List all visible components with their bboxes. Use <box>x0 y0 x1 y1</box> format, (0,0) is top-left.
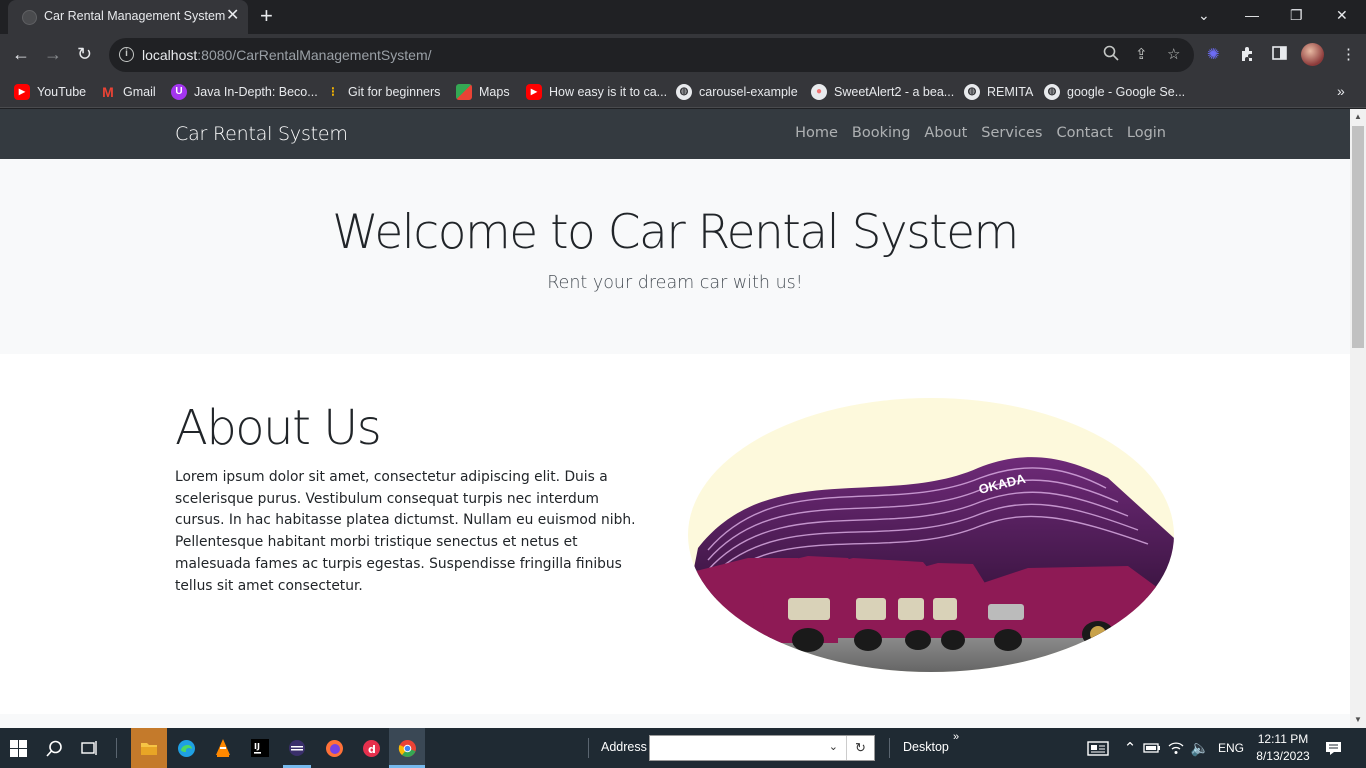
scroll-down-icon[interactable]: ▼ <box>1354 715 1362 724</box>
bookmark-java[interactable]: U Java In-Depth: Beco... <box>171 83 318 101</box>
close-icon[interactable]: ✕ <box>226 7 239 25</box>
desktop-toolbar-label[interactable]: Desktop <box>903 740 949 754</box>
chevron-down-icon[interactable]: ⌄ <box>829 740 838 753</box>
site-navbar: Car Rental System Home Booking About Ser… <box>0 109 1350 159</box>
bookmark-gmail[interactable]: M Gmail <box>100 83 156 101</box>
nav-link-login[interactable]: Login <box>1127 125 1166 141</box>
profile-avatar[interactable] <box>1301 43 1324 66</box>
hero-title: Welcome to Car Rental System <box>332 205 1019 260</box>
sweetalert-icon: ● <box>811 84 827 100</box>
bookmark-carousel[interactable]: ◍ carousel-example <box>676 83 798 101</box>
about-image: OKADA <box>688 398 1174 672</box>
edge-icon[interactable] <box>174 736 198 760</box>
wifi-icon[interactable] <box>1164 736 1188 760</box>
news-icon[interactable] <box>1086 736 1110 760</box>
zoom-icon[interactable] <box>1103 45 1119 67</box>
nav-link-services[interactable]: Services <box>981 125 1042 141</box>
taskbar-address-input[interactable]: ⌄ ↻ <box>649 735 875 761</box>
scroll-up-icon[interactable]: ▲ <box>1354 112 1362 121</box>
url-text[interactable]: localhost:8080/CarRentalManagementSystem… <box>142 47 432 63</box>
address-toolbar-label: Address <box>601 740 647 754</box>
scrollbar-thumb[interactable] <box>1352 126 1364 348</box>
gmail-icon: M <box>102 84 114 100</box>
about-title: About Us <box>175 400 382 456</box>
svg-text:IJ: IJ <box>254 742 260 751</box>
youtube-icon: ▶ <box>14 84 30 100</box>
reload-button[interactable]: ↻ <box>77 43 92 65</box>
battery-icon[interactable] <box>1140 736 1164 760</box>
side-panel-icon[interactable] <box>1272 46 1287 65</box>
globe-icon: ◍ <box>964 84 980 100</box>
close-window-button[interactable]: ✕ <box>1336 5 1348 25</box>
info-icon[interactable]: i <box>119 47 134 62</box>
tab-active[interactable]: Car Rental Management System ✕ <box>8 0 248 34</box>
nav-links: Home Booking About Services Contact Logi… <box>795 125 1166 141</box>
globe-icon: ◍ <box>676 84 692 100</box>
bookmark-google[interactable]: ◍ google - Google Se... <box>1044 83 1185 101</box>
bookmark-maps[interactable]: Maps <box>456 83 510 101</box>
page-scrollbar[interactable]: ▲ ▼ <box>1350 109 1366 728</box>
clock-date[interactable]: 8/13/2023 <box>1252 749 1314 763</box>
tab-strip: Car Rental Management System ✕ + ⌄ — ❐ ✕ <box>0 0 1366 34</box>
chevron-right-icon[interactable]: » <box>1337 83 1345 99</box>
next-section <box>0 714 1350 728</box>
page-viewport: Car Rental System Home Booking About Ser… <box>0 109 1350 728</box>
volume-icon[interactable]: 🔈 <box>1188 736 1212 760</box>
globe-icon: ◍ <box>1044 84 1060 100</box>
star-icon[interactable]: ☆ <box>1167 45 1180 65</box>
youtube-icon: ▶ <box>526 84 542 100</box>
chevron-down-icon[interactable]: ⌄ <box>1198 5 1210 25</box>
chevron-up-icon[interactable]: ⌃ <box>1118 736 1142 760</box>
hero-subtitle: Rent your dream car with us! <box>547 273 803 293</box>
share-icon[interactable]: ⇪ <box>1135 45 1148 65</box>
notification-icon[interactable] <box>1321 736 1345 760</box>
back-button[interactable]: ← <box>12 43 30 65</box>
search-icon[interactable] <box>42 736 66 760</box>
tab-title: Car Rental Management System <box>44 9 226 23</box>
forward-button[interactable]: → <box>44 43 62 65</box>
nav-link-contact[interactable]: Contact <box>1056 125 1112 141</box>
svg-text:d: d <box>368 743 376 756</box>
puzzle-icon[interactable] <box>1240 46 1256 67</box>
vlc-icon[interactable] <box>211 736 235 760</box>
udemy-icon: U <box>171 84 187 100</box>
hero-section: Welcome to Car Rental System Rent your d… <box>0 159 1350 354</box>
firefox-icon[interactable] <box>322 736 346 760</box>
browser-toolbar: ← → ↻ i localhost:8080/CarRentalManageme… <box>0 34 1366 76</box>
clock-time[interactable]: 12:11 PM <box>1252 732 1314 746</box>
site-brand[interactable]: Car Rental System <box>175 123 348 145</box>
refresh-icon[interactable]: ↻ <box>846 736 874 760</box>
menu-icon[interactable]: ⋮ <box>1341 46 1356 64</box>
language-indicator[interactable]: ENG <box>1218 741 1244 755</box>
bookmark-sweetalert[interactable]: ● SweetAlert2 - a bea... <box>811 83 954 101</box>
chrome-icon[interactable] <box>389 728 425 768</box>
globe-icon <box>22 10 37 25</box>
minimize-button[interactable]: — <box>1245 5 1259 25</box>
app-icon[interactable] <box>285 736 309 760</box>
address-bar[interactable]: i localhost:8080/CarRentalManagementSyst… <box>109 38 1194 72</box>
git-icon: ⁝ <box>330 84 336 99</box>
maps-icon <box>456 84 472 100</box>
new-tab-button[interactable]: + <box>260 4 273 28</box>
nav-link-booking[interactable]: Booking <box>852 125 911 141</box>
nav-link-home[interactable]: Home <box>795 125 838 141</box>
windows-taskbar: IJ d Address ⌄ ↻ Desktop » ⌃ 🔈 ENG 12:11… <box>0 728 1366 768</box>
nav-link-about[interactable]: About <box>924 125 967 141</box>
bookmark-remita[interactable]: ◍ REMITA <box>964 83 1033 101</box>
bookmark-git[interactable]: ⁝ Git for beginners <box>325 83 441 101</box>
bookmark-how-easy[interactable]: ▶ How easy is it to ca... <box>526 83 667 101</box>
bookmark-youtube[interactable]: ▶ YouTube <box>14 83 86 101</box>
task-view-icon[interactable] <box>78 736 102 760</box>
app-d-icon[interactable]: d <box>359 736 383 760</box>
extension-icon[interactable]: ✺ <box>1207 46 1220 64</box>
windows-start-icon[interactable] <box>6 736 30 760</box>
chevron-right-icon[interactable]: » <box>953 731 959 743</box>
bookmarks-bar: ▶ YouTube M Gmail U Java In-Depth: Beco.… <box>0 76 1366 108</box>
restore-button[interactable]: ❐ <box>1290 5 1303 25</box>
intellij-icon[interactable]: IJ <box>248 736 272 760</box>
file-explorer-icon[interactable] <box>131 728 167 768</box>
about-text: Lorem ipsum dolor sit amet, consectetur … <box>175 469 636 594</box>
